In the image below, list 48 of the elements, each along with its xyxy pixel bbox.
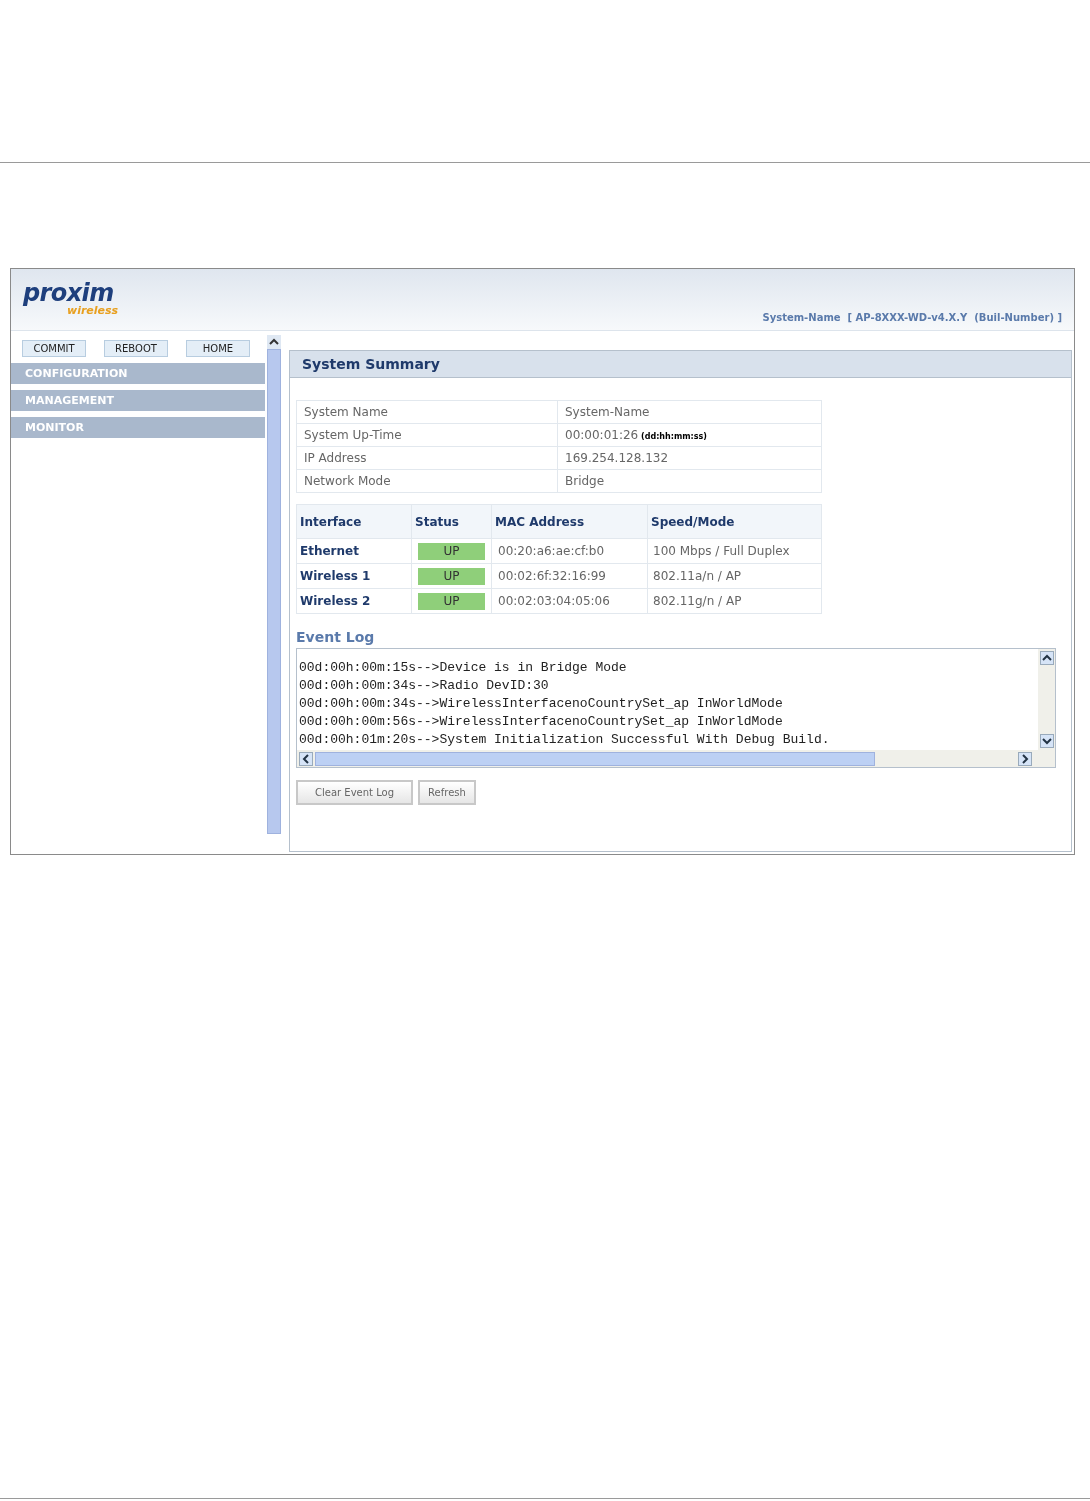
table-cell: Bridge [557, 469, 822, 493]
status-badge: UP [418, 593, 485, 610]
log-line: 00d:00h:01m:20s-->System Initialization Successful With Debug Build. [299, 731, 831, 749]
system-info: System-Name [ AP-8XXX-WD-v4.X.Y (Buil-Number) ] [762, 311, 1062, 325]
table-cell: System Up-Time [296, 423, 558, 447]
scroll-left-icon[interactable] [299, 751, 313, 766]
logo-tagline: wireless [67, 305, 119, 317]
table-cell: 169.254.128.132 [557, 446, 822, 470]
column-header: Speed/Mode [647, 504, 822, 539]
log-line: 00d:00h:00m:34s-->WirelessInterfacenoCountrySet_ap InWorldMode [299, 695, 784, 713]
table-cell: Wireless 1 [296, 563, 412, 589]
scroll-thumb[interactable] [315, 751, 875, 766]
table-cell: Wireless 2 [296, 588, 412, 614]
scroll-up-icon[interactable] [1039, 651, 1054, 665]
table-cell: System-Name [557, 400, 822, 424]
table-cell: 00:02:6f:32:16:99 [491, 563, 648, 589]
log-button[interactable]: Refresh [418, 780, 476, 805]
table-cell: 00:02:03:04:05:06 [491, 588, 648, 614]
table-cell: 100 Mbps / Full Duplex [647, 538, 822, 564]
table-cell: 802.11a/n / AP [647, 563, 822, 589]
scroll-down-icon[interactable] [1039, 734, 1054, 748]
section-title: Event Log [296, 628, 376, 646]
log-line: 00d:00h:00m:34s-->Radio DevID:30 [299, 677, 550, 695]
log-button[interactable]: Clear Event Log [296, 780, 413, 805]
log-line: 00d:00h:00m:15s-->Device is in Bridge Mode [299, 659, 628, 677]
toolbar-button[interactable]: COMMIT [22, 340, 86, 357]
horizontal-scrollbar[interactable] [297, 750, 1055, 767]
table-cell: Network Mode [296, 469, 558, 493]
scroll-up-icon[interactable] [267, 335, 281, 349]
scroll-right-icon[interactable] [1018, 751, 1032, 766]
column-header: MAC Address [491, 504, 648, 539]
table-cell: 00:00:01:26 (dd:hh:mm:ss) [557, 423, 822, 447]
table-cell: IP Address [296, 446, 558, 470]
status-badge: UP [418, 543, 485, 560]
table-cell: 802.11g/n / AP [647, 588, 822, 614]
toolbar-button[interactable]: REBOOT [104, 340, 168, 357]
vertical-scrollbar[interactable] [1038, 649, 1055, 750]
table-cell: System Name [296, 400, 558, 424]
panel-title: System Summary [290, 351, 1071, 378]
scrollbar[interactable] [267, 335, 281, 834]
logo: proxim [23, 281, 114, 305]
column-header: Status [411, 504, 492, 539]
table-cell: Ethernet [296, 538, 412, 564]
column-header: Interface [296, 504, 412, 539]
log-line: 00d:00h:00m:56s-->WirelessInterfacenoCountrySet_ap InWorldMode [299, 713, 784, 731]
table-cell: 00:20:a6:ae:cf:b0 [491, 538, 648, 564]
status-badge: UP [418, 568, 485, 585]
toolbar-button[interactable]: HOME [186, 340, 250, 357]
